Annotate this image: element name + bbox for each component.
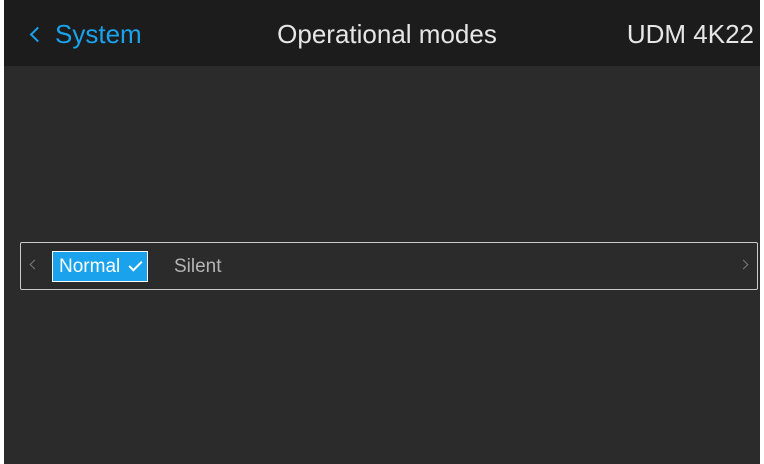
check-icon — [128, 257, 143, 272]
chevron-right-icon[interactable] — [738, 259, 749, 270]
back-button[interactable]: System — [22, 17, 142, 51]
page-title: Operational modes — [277, 19, 497, 49]
option-silent[interactable]: Silent — [174, 251, 222, 282]
back-label: System — [55, 19, 142, 49]
chevron-left-icon — [29, 26, 46, 42]
chevron-left-icon[interactable] — [29, 259, 40, 270]
operational-modes-screen: System Operational modes UDM 4K22 Normal… — [4, 0, 760, 464]
device-name: UDM 4K22 — [626, 19, 754, 49]
mode-selector[interactable]: Normal Silent — [20, 242, 758, 290]
option-normal[interactable]: Normal — [52, 251, 149, 282]
option-label: Normal — [59, 255, 121, 277]
header-bar: System Operational modes UDM 4K22 — [4, 0, 760, 66]
